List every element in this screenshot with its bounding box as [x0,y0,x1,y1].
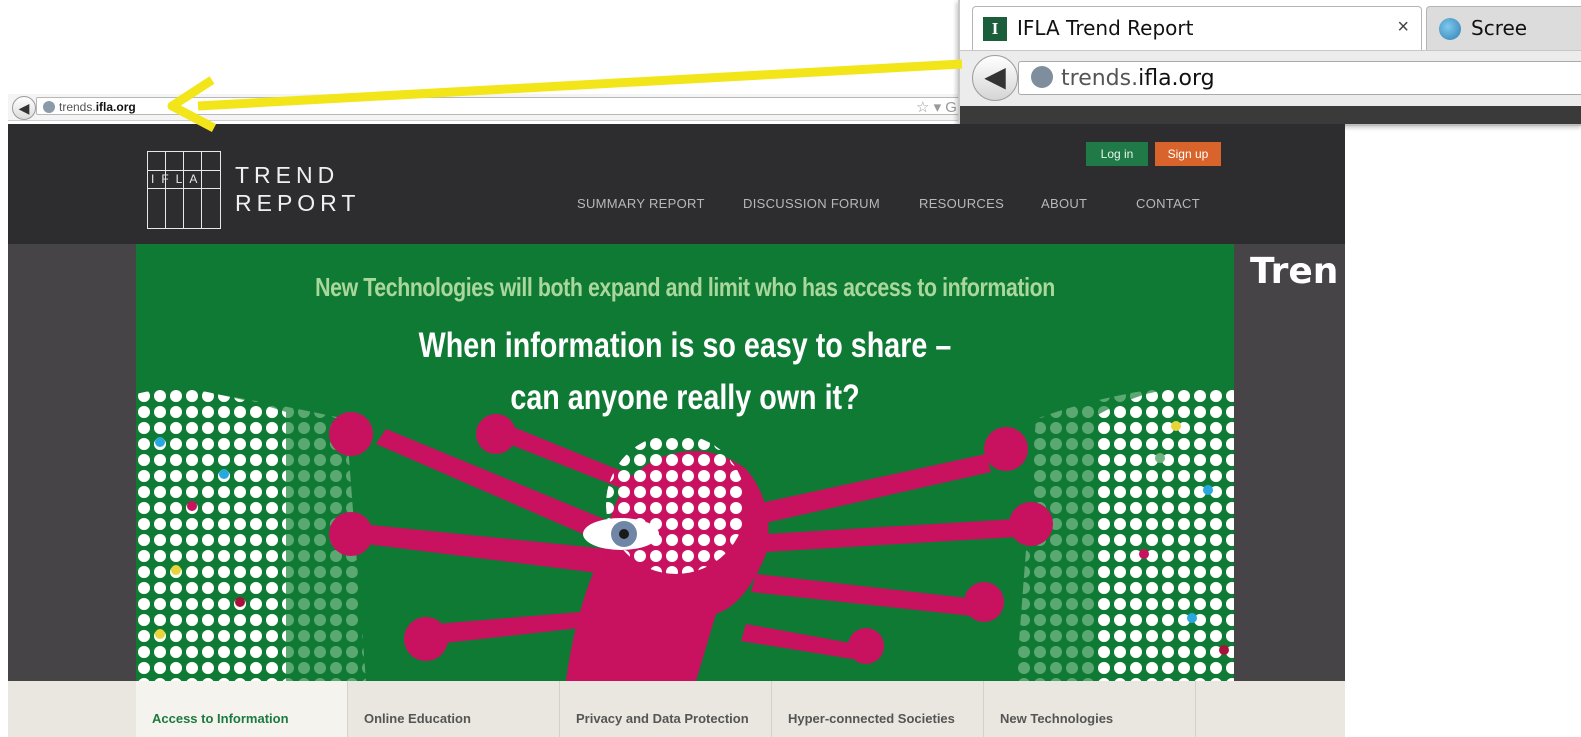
browser-toolbar: ◀ trends.ifla.org ☆ ▾ G [8,94,1008,121]
back-arrow-icon[interactable]: ◀ [12,96,36,120]
next-slide-title: Tren [1250,251,1339,292]
hero-banner[interactable]: New Technologies will both expand and li… [136,244,1234,681]
login-button[interactable]: Log in [1086,142,1148,166]
tab-title: IFLA Trend Report [1017,16,1194,40]
website: IFLA TREND REPORT Log in Sign up SUMMARY… [8,124,1345,737]
nav-summary-report[interactable]: SUMMARY REPORT [577,196,705,211]
logo-line-2: REPORT [235,190,361,216]
url-prefix: trends. [59,100,96,114]
site-logo-text[interactable]: TREND REPORT [235,161,360,217]
topic-tabs: Access to Information Online Education P… [8,681,1345,737]
close-icon[interactable]: × [1397,16,1409,39]
hero-illustration [136,387,1234,681]
signup-button[interactable]: Sign up [1155,142,1221,166]
hero-heading-line-1: When information is so easy to share – [418,326,952,365]
zoomed-browser-chrome: I IFLA Trend Report × Scree ◀ trends.ifl… [958,0,1581,126]
hero-subtitle: New Technologies will both expand and li… [315,272,1055,302]
zoomed-address-bar[interactable]: trends.ifla.org [1018,61,1581,95]
bookmark-star-icon[interactable]: ☆ ▾ G [916,98,957,116]
nav-resources[interactable]: RESOURCES [919,196,1004,211]
tab-online-education[interactable]: Online Education [348,681,560,737]
hero-heading: When information is so easy to share – c… [235,320,1135,424]
zoomed-address-row: ◀ trends.ifla.org [960,50,1581,107]
site-header: IFLA TREND REPORT Log in Sign up SUMMARY… [8,124,1345,244]
url-domain: ifla.org [95,100,136,114]
tab-hyper-connected-societies[interactable]: Hyper-connected Societies [772,681,984,737]
nav-discussion-forum[interactable]: DISCUSSION FORUM [743,196,880,211]
nav-about[interactable]: ABOUT [1041,196,1087,211]
tab-privacy-data-protection[interactable]: Privacy and Data Protection [560,681,772,737]
globe-icon [43,101,55,113]
browser-tab-active[interactable]: I IFLA Trend Report × [972,6,1422,51]
url-domain: ifla.org [1138,66,1215,91]
logo-line-1: TREND [235,162,340,188]
back-arrow-icon[interactable]: ◀ [972,55,1018,101]
hero-heading-line-2: can anyone really own it? [510,378,860,417]
url-prefix: trends. [1061,66,1139,91]
logo-ifla-text: IFLA [151,172,205,186]
address-bar[interactable]: trends.ifla.org [36,97,976,115]
globe-favicon-icon [1439,18,1461,40]
nav-contact[interactable]: CONTACT [1136,196,1200,211]
page-strip [960,106,1581,124]
tab-access-to-information[interactable]: Access to Information [136,681,348,737]
browser-tab-second[interactable]: Scree [1426,6,1581,51]
ifla-favicon-icon: I [983,17,1007,41]
tab-new-technologies[interactable]: New Technologies [984,681,1196,737]
globe-icon [1031,66,1053,88]
ifla-logo-icon[interactable]: IFLA [147,151,221,229]
tab-title-second: Scree [1471,16,1528,40]
